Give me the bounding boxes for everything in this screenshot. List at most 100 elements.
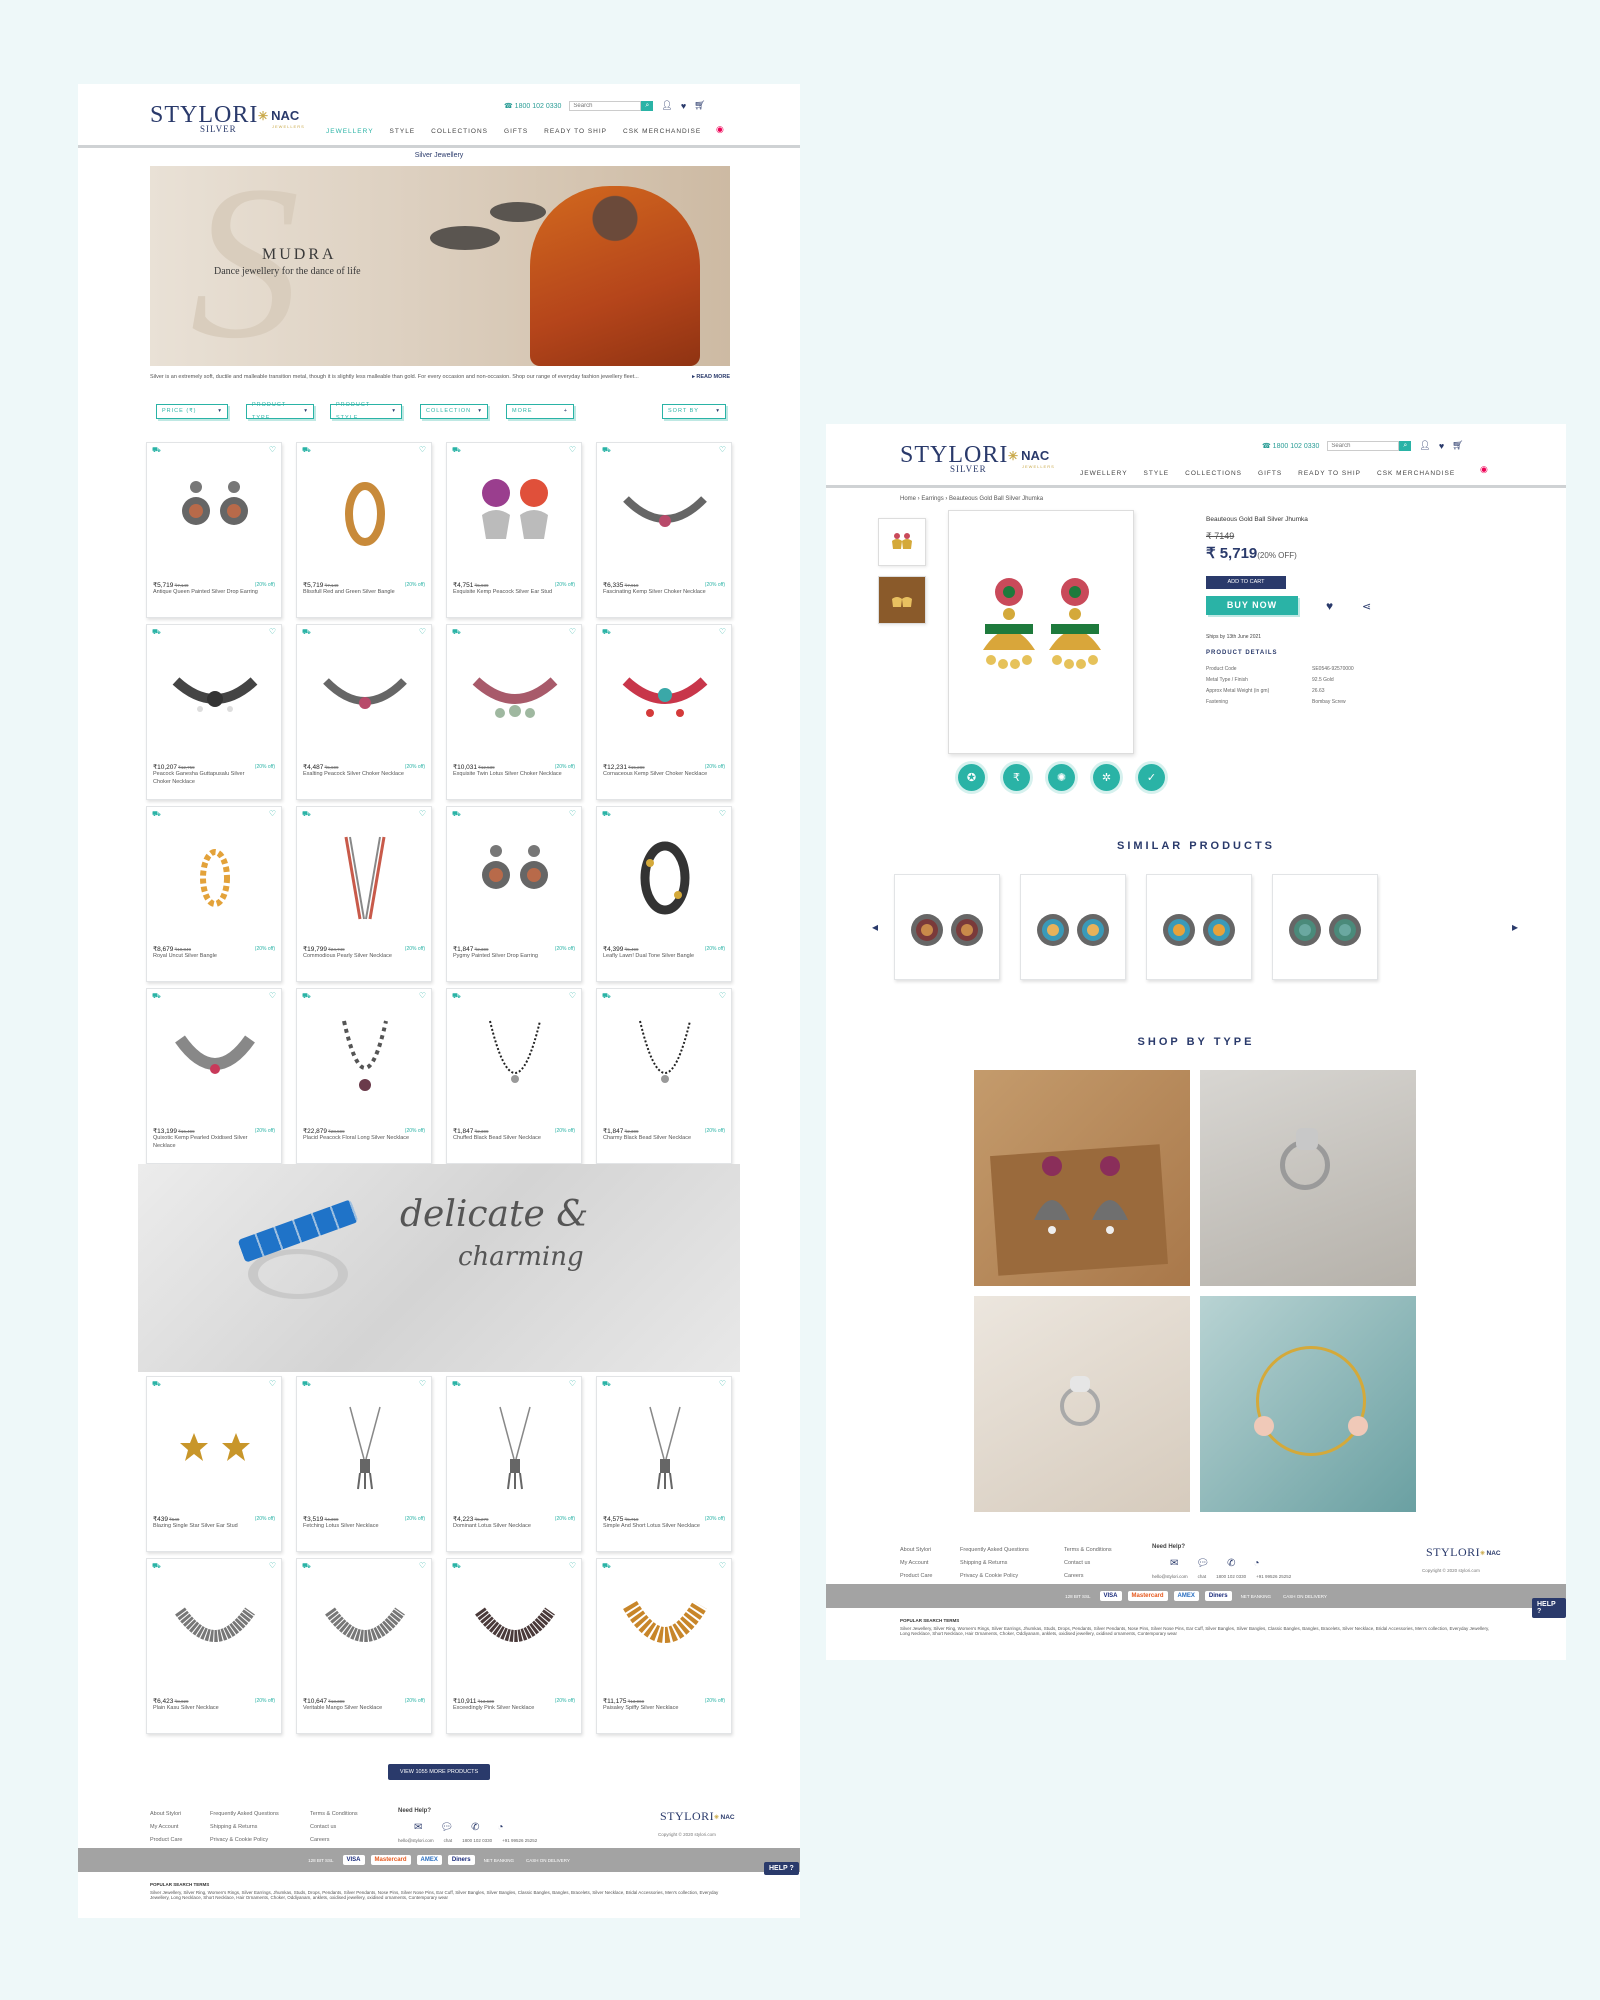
cart-icon[interactable]: 🛒︎ <box>694 100 705 111</box>
product-card[interactable]: ⛟ ♡ ₹10,207₹12,759 (20% off) Peacock Ganesha… <box>146 624 282 800</box>
app-icon[interactable]: ◉ <box>1480 464 1488 475</box>
product-name[interactable]: Exceedingly Pink Silver Necklace <box>453 1705 563 1713</box>
wishlist-heart-icon[interactable]: ♡ <box>569 809 576 818</box>
wishlist-heart-icon[interactable]: ♡ <box>419 991 426 1000</box>
wishlist-heart-icon[interactable]: ♡ <box>569 1561 576 1570</box>
product-image[interactable] <box>317 1393 413 1503</box>
wishlist-heart-icon[interactable]: ♡ <box>569 445 576 454</box>
breadcrumb-home[interactable]: Home <box>900 496 916 502</box>
product-card[interactable]: ⛟ ♡ ₹12,231₹15,289 (20% off) Cornaceous Kemp… <box>596 624 732 800</box>
product-card[interactable]: ⛟ ♡ ₹4,575₹5,719 (20% off) Simple And Short … <box>596 1376 732 1552</box>
chat-icon[interactable]: 💬︎ <box>440 1822 453 1833</box>
footer-link[interactable]: Shipping & Returns <box>210 1821 279 1834</box>
wishlist-heart-icon[interactable]: ♡ <box>419 627 426 636</box>
product-image[interactable] <box>467 823 563 933</box>
app-icon[interactable]: ◉ <box>716 124 724 135</box>
wishlist-heart-icon[interactable]: ♡ <box>719 809 726 818</box>
add-to-cart-button[interactable]: ADD TO CART <box>1206 576 1286 589</box>
filter-more[interactable]: MORE + <box>506 404 574 419</box>
nav-gifts[interactable]: GIFTS <box>1258 470 1282 477</box>
product-name[interactable]: Exalting Peacock Silver Choker Necklace <box>303 771 413 779</box>
wishlist-heart-icon[interactable]: ♡ <box>419 809 426 818</box>
product-name[interactable]: Plain Kasu Silver Necklace <box>153 1705 263 1713</box>
contact-chat[interactable]: chat <box>444 1838 453 1843</box>
nav-collections[interactable]: COLLECTIONS <box>431 128 488 135</box>
filter-product-type[interactable]: PRODUCT TYPE ▾ <box>246 402 314 421</box>
type-tile-silver-rings[interactable] <box>974 1296 1190 1512</box>
product-card[interactable]: ⛟ ♡ ₹10,031₹12,539 (20% off) Exquisite Twin … <box>446 624 582 800</box>
product-image[interactable] <box>167 1575 263 1685</box>
product-name[interactable]: Antique Queen Painted Silver Drop Earrin… <box>153 589 263 597</box>
wishlist-heart-icon[interactable]: ♡ <box>719 445 726 454</box>
product-card[interactable]: ⛟ ♡ ₹4,751₹5,939 (20% off) Exquisite Kemp Pe… <box>446 442 582 618</box>
product-card[interactable]: ⛟ ♡ ₹13,199₹16,499 (20% off) Quixotic Kemp P… <box>146 988 282 1164</box>
product-card[interactable]: ⛟ ♡ ₹1,847₹2,309 (20% off) Pygmy Painted Sil… <box>446 806 582 982</box>
search-icon[interactable]: ⌕ <box>1399 440 1412 451</box>
contact-chat[interactable]: chat <box>1198 1574 1207 1579</box>
footer-logo[interactable]: STYLORI NAC <box>1426 1546 1501 1560</box>
product-card[interactable]: ⛟ ♡ ₹10,647₹13,309 (20% off) Veritable Mango… <box>296 1558 432 1734</box>
product-image[interactable] <box>467 459 563 569</box>
product-name[interactable]: Leafly Lawn! Dual Tone Silver Bangle <box>603 953 713 961</box>
chat-icon[interactable]: 💬︎ <box>1196 1558 1209 1569</box>
product-name[interactable]: Cornaceous Kemp Silver Choker Necklace <box>603 771 713 779</box>
product-card[interactable]: ⛟ ♡ ₹10,911₹13,639 (20% off) Exceedingly Pin… <box>446 1558 582 1734</box>
filter-collection[interactable]: COLLECTION ▾ <box>420 404 488 419</box>
wishlist-heart-icon[interactable]: ♡ <box>419 1379 426 1388</box>
footer-link[interactable]: My Account <box>900 1557 932 1570</box>
product-card[interactable]: ⛟ ♡ ₹5,719₹7,149 (20% off) Blissfull Red and… <box>296 442 432 618</box>
product-name[interactable]: Paisaley Spiffy Silver Necklace <box>603 1705 713 1713</box>
product-name[interactable]: Exquisite Kemp Peacock Silver Ear Stud <box>453 589 563 597</box>
product-name[interactable]: Chuffed Black Bead Silver Necklace <box>453 1135 563 1143</box>
wishlist-heart-icon[interactable]: ♡ <box>569 991 576 1000</box>
product-name[interactable]: Blazing Single Star Silver Ear Stud <box>153 1523 263 1531</box>
product-card[interactable]: ⛟ ♡ ₹4,487₹5,609 (20% off) Exalting Peacock … <box>296 624 432 800</box>
product-card[interactable]: ⛟ ♡ ₹4,399₹5,499 (20% off) Leafly Lawn! Dual… <box>596 806 732 982</box>
nav-gifts[interactable]: GIFTS <box>504 128 528 135</box>
whatsapp-icon[interactable]: ◔ <box>497 1822 503 1833</box>
product-card[interactable]: ⛟ ♡ ₹11,175₹13,969 (20% off) Paisaley Spiffy… <box>596 1558 732 1734</box>
footer-link[interactable]: Product Care <box>900 1570 932 1583</box>
wishlist-icon[interactable]: ♥ <box>681 101 686 111</box>
footer-link[interactable]: About Stylori <box>150 1808 182 1821</box>
footer-link[interactable]: Contact us <box>310 1821 358 1834</box>
nav-csk-merchandise[interactable]: CSK MERCHANDISE <box>623 128 701 135</box>
wishlist-heart-icon[interactable]: ♡ <box>269 445 276 454</box>
product-card[interactable]: ⛟ ♡ ₹5,719₹7,149 (20% off) Antique Queen Pai… <box>146 442 282 618</box>
product-card[interactable]: ⛟ ♡ ₹439₹549 (20% off) Blazing Single Star S… <box>146 1376 282 1552</box>
search-icon[interactable]: ⌕ <box>641 100 654 111</box>
product-card[interactable]: ⛟ ♡ ₹1,847₹2,309 (20% off) Charmy Black Bead… <box>596 988 732 1164</box>
product-name[interactable]: Dominant Lotus Silver Necklace <box>453 1523 563 1531</box>
footer-link[interactable]: About Stylori <box>900 1544 932 1557</box>
footer-link[interactable]: Terms & Conditions <box>1064 1544 1112 1557</box>
product-image[interactable] <box>617 1393 713 1503</box>
similar-product-card[interactable] <box>894 874 1000 980</box>
footer-logo[interactable]: STYLORI NAC <box>660 1810 735 1824</box>
contact-whatsapp[interactable]: +91 99526 25252 <box>1256 1574 1291 1579</box>
wishlist-heart-icon[interactable]: ♡ <box>719 627 726 636</box>
wishlist-heart-icon[interactable]: ♡ <box>419 1561 426 1570</box>
product-image[interactable] <box>617 1005 713 1115</box>
whatsapp-icon[interactable]: ◔ <box>1253 1558 1259 1569</box>
product-image[interactable] <box>167 641 263 751</box>
thumbnail-1[interactable] <box>878 518 926 566</box>
search-input[interactable] <box>569 100 642 111</box>
nav-collections[interactable]: COLLECTIONS <box>1185 470 1242 477</box>
contact-email[interactable]: hello@stylori.com <box>398 1838 434 1843</box>
contact-whatsapp[interactable]: +91 99526 25252 <box>502 1838 537 1843</box>
type-tile-bangles[interactable] <box>1200 1296 1416 1512</box>
product-image[interactable] <box>167 823 263 933</box>
product-name[interactable]: Charmy Black Bead Silver Necklace <box>603 1135 713 1143</box>
product-name[interactable]: Fetching Lotus Silver Necklace <box>303 1523 413 1531</box>
product-image[interactable] <box>317 641 413 751</box>
product-card[interactable]: ⛟ ♡ ₹1,847₹2,309 (20% off) Chuffed Black Bea… <box>446 988 582 1164</box>
carousel-next-icon[interactable]: ▸ <box>1512 920 1518 934</box>
wishlist-heart-icon[interactable]: ♡ <box>569 1379 576 1388</box>
contact-phone[interactable]: 1800 102 0330 <box>1216 1574 1246 1579</box>
similar-product-card[interactable] <box>1272 874 1378 980</box>
user-icon[interactable]: 👤︎ <box>661 100 672 111</box>
phone-icon[interactable]: ✆ <box>471 1822 479 1833</box>
product-card[interactable]: ⛟ ♡ ₹6,335₹7,919 (20% off) Fascinating Kemp … <box>596 442 732 618</box>
product-name[interactable]: Peacock Ganesha Guttapusalu Silver Choke… <box>153 771 263 786</box>
product-image[interactable] <box>617 641 713 751</box>
